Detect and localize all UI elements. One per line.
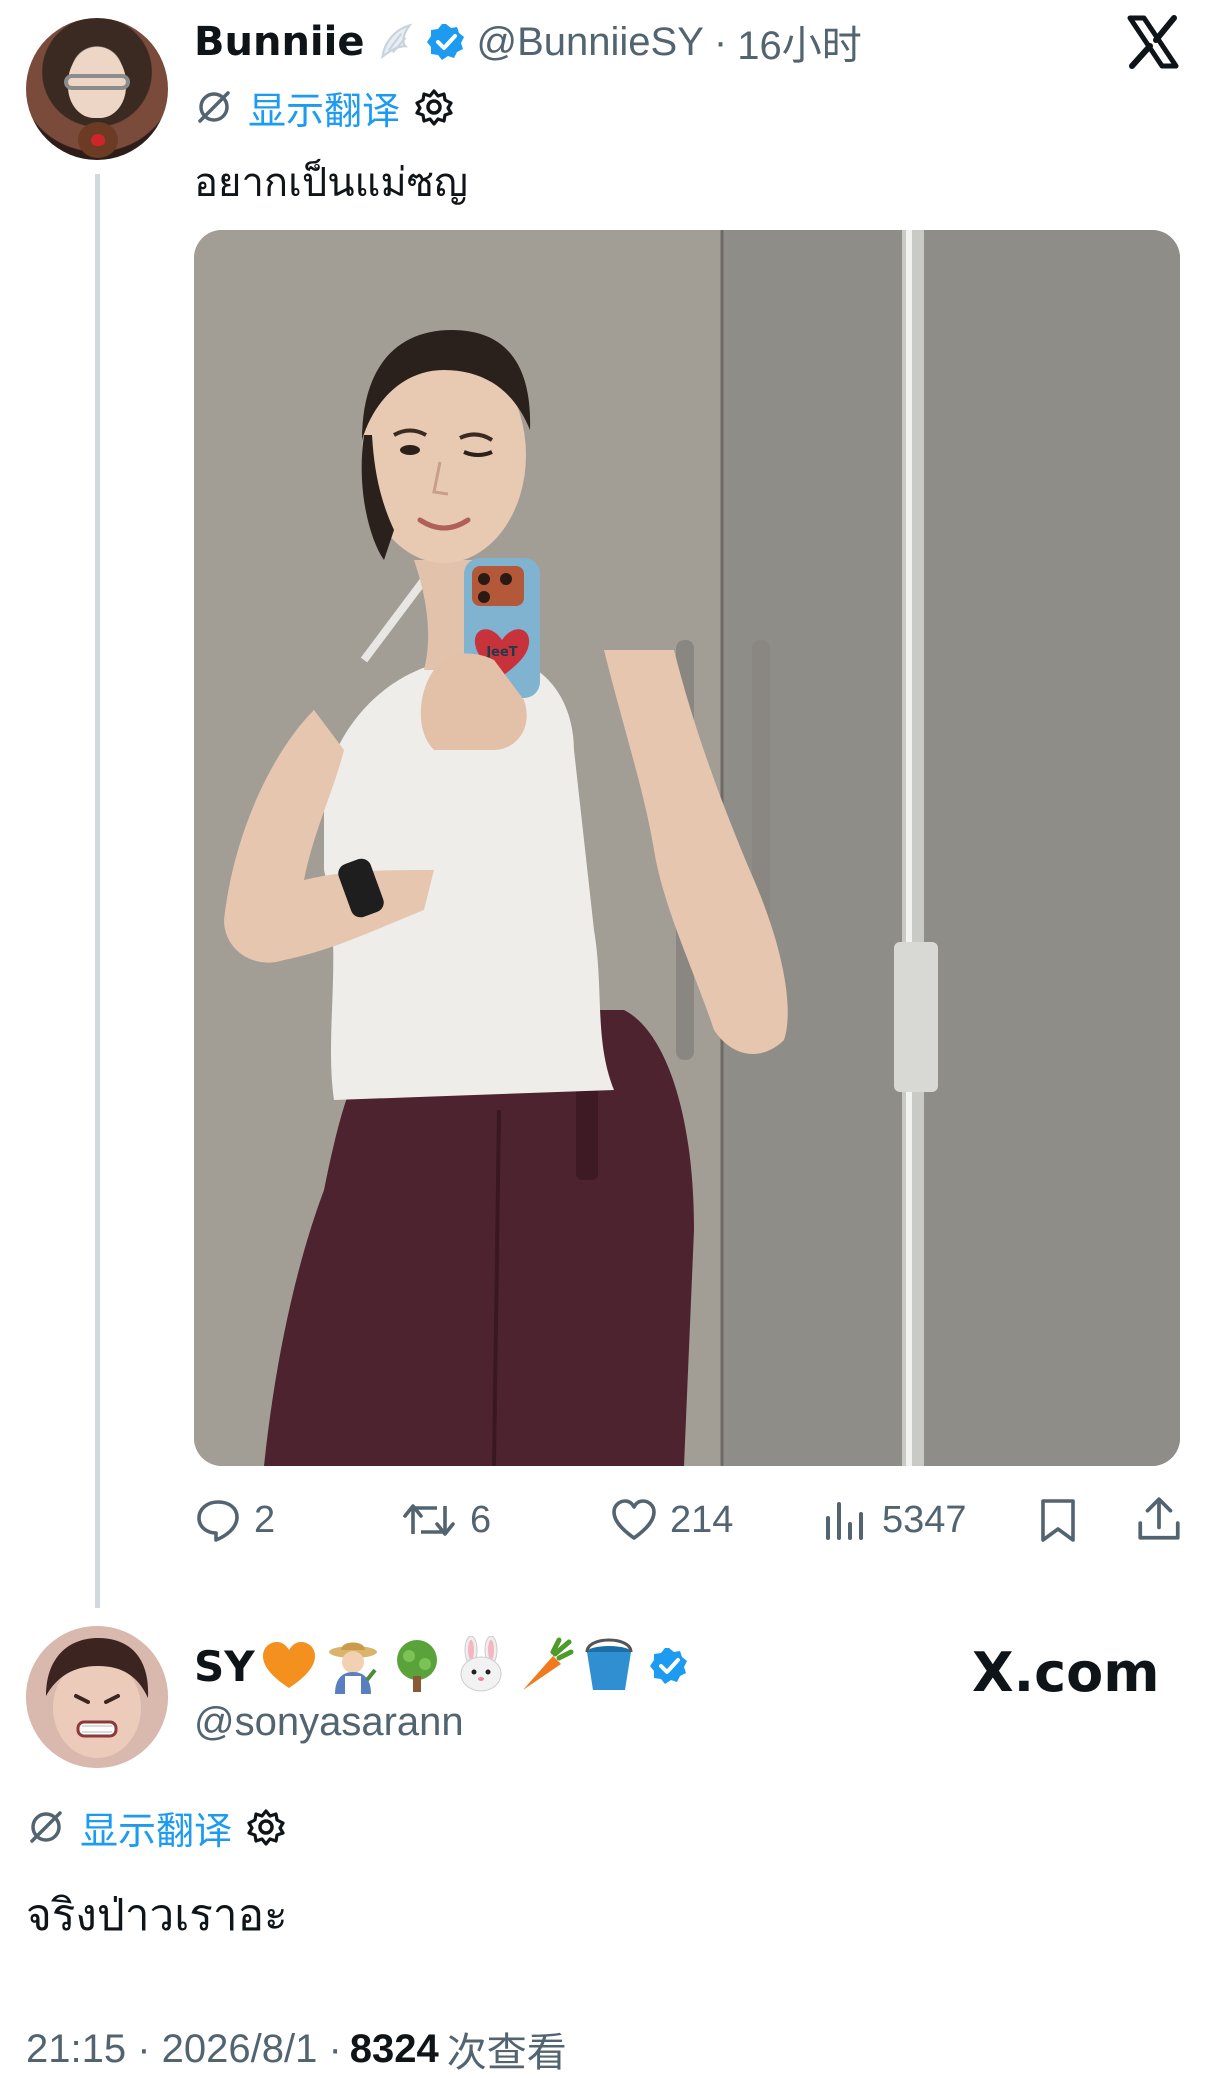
like-action[interactable]: 214: [610, 1490, 733, 1550]
translate-icon: [198, 91, 230, 123]
avatar-glasses: [64, 74, 130, 90]
tweet-time[interactable]: 16小时: [737, 13, 862, 71]
gear-icon[interactable]: [246, 1807, 286, 1847]
author-display-name[interactable]: Bunniie: [194, 19, 364, 65]
child-face-illustration: [26, 1626, 168, 1768]
reply-views-label: 次查看: [446, 2031, 567, 2075]
bucket-icon: [585, 1638, 633, 1690]
separator-dot: ·: [713, 19, 728, 64]
sy-avatar[interactable]: [26, 1626, 168, 1768]
reply-action[interactable]: 2: [194, 1490, 275, 1550]
bunniie-avatar[interactable]: [26, 18, 168, 160]
reply-views-count: 8324: [349, 2026, 439, 2071]
reply-author-display-name[interactable]: SY: [194, 1642, 255, 1691]
verified-badge-icon: [649, 1648, 687, 1684]
bar-chart-icon: [826, 1502, 863, 1540]
tweet-photo[interactable]: JeeT: [194, 230, 1180, 1466]
heart-icon: [612, 1499, 656, 1540]
reply-count: 2: [254, 1498, 276, 1541]
parent-tweet-text: อยากเป็นแม่ซญ: [194, 160, 468, 206]
repost-icon: [403, 1504, 455, 1536]
tree-icon: [396, 1640, 437, 1692]
show-translation-link[interactable]: 显示翻译: [248, 80, 400, 135]
reply-show-translation-row[interactable]: 显示翻译: [26, 1800, 286, 1855]
author-handle[interactable]: @BunniieSY: [476, 20, 703, 65]
repost-action[interactable]: 6: [400, 1490, 491, 1550]
reply-author-handle[interactable]: @sonyasarann: [194, 1700, 464, 1745]
phone-case-text: JeeT: [485, 645, 517, 660]
views-count: 5347: [882, 1498, 967, 1541]
rabbit-face-icon: [460, 1636, 502, 1692]
repost-count: 6: [470, 1498, 492, 1541]
x-logo-icon[interactable]: [1126, 14, 1180, 70]
verified-badge-icon: [427, 24, 465, 60]
carrot-icon: [522, 1637, 574, 1690]
translate-icon: [30, 1811, 62, 1843]
reply-tweet-header: SY: [194, 1636, 689, 1696]
avatar-teddy-bear: [78, 122, 118, 158]
reply-meta-row: 21:15 · 2026/8/1 · 8324 次查看: [26, 2024, 567, 2076]
reply-tweet-text: จริงป่าวเราอะ: [26, 1890, 288, 1941]
x-com-watermark: X.com: [972, 1640, 1160, 1704]
show-translation-row[interactable]: 显示翻译: [194, 80, 454, 135]
bookmark-icon[interactable]: [1034, 1496, 1082, 1544]
reply-timestamp[interactable]: 21:15 · 2026/8/1 ·: [26, 2027, 342, 2072]
mirror-selfie-illustration: JeeT: [194, 230, 1180, 1466]
views-action[interactable]: 5347: [822, 1490, 967, 1550]
parent-tweet-header: Bunniie @BunniieSY · 16小时: [194, 14, 862, 70]
farmer-icon: [328, 1642, 377, 1694]
thread-connector-line: [95, 174, 100, 1608]
reply-show-translation-link[interactable]: 显示翻译: [80, 1800, 232, 1855]
reply-icon: [197, 1500, 239, 1542]
like-count: 214: [670, 1498, 734, 1541]
angel-wing-icon: [381, 23, 413, 60]
share-icon[interactable]: [1134, 1494, 1184, 1544]
orange-heart-icon: [262, 1642, 315, 1688]
gear-icon[interactable]: [414, 87, 454, 127]
